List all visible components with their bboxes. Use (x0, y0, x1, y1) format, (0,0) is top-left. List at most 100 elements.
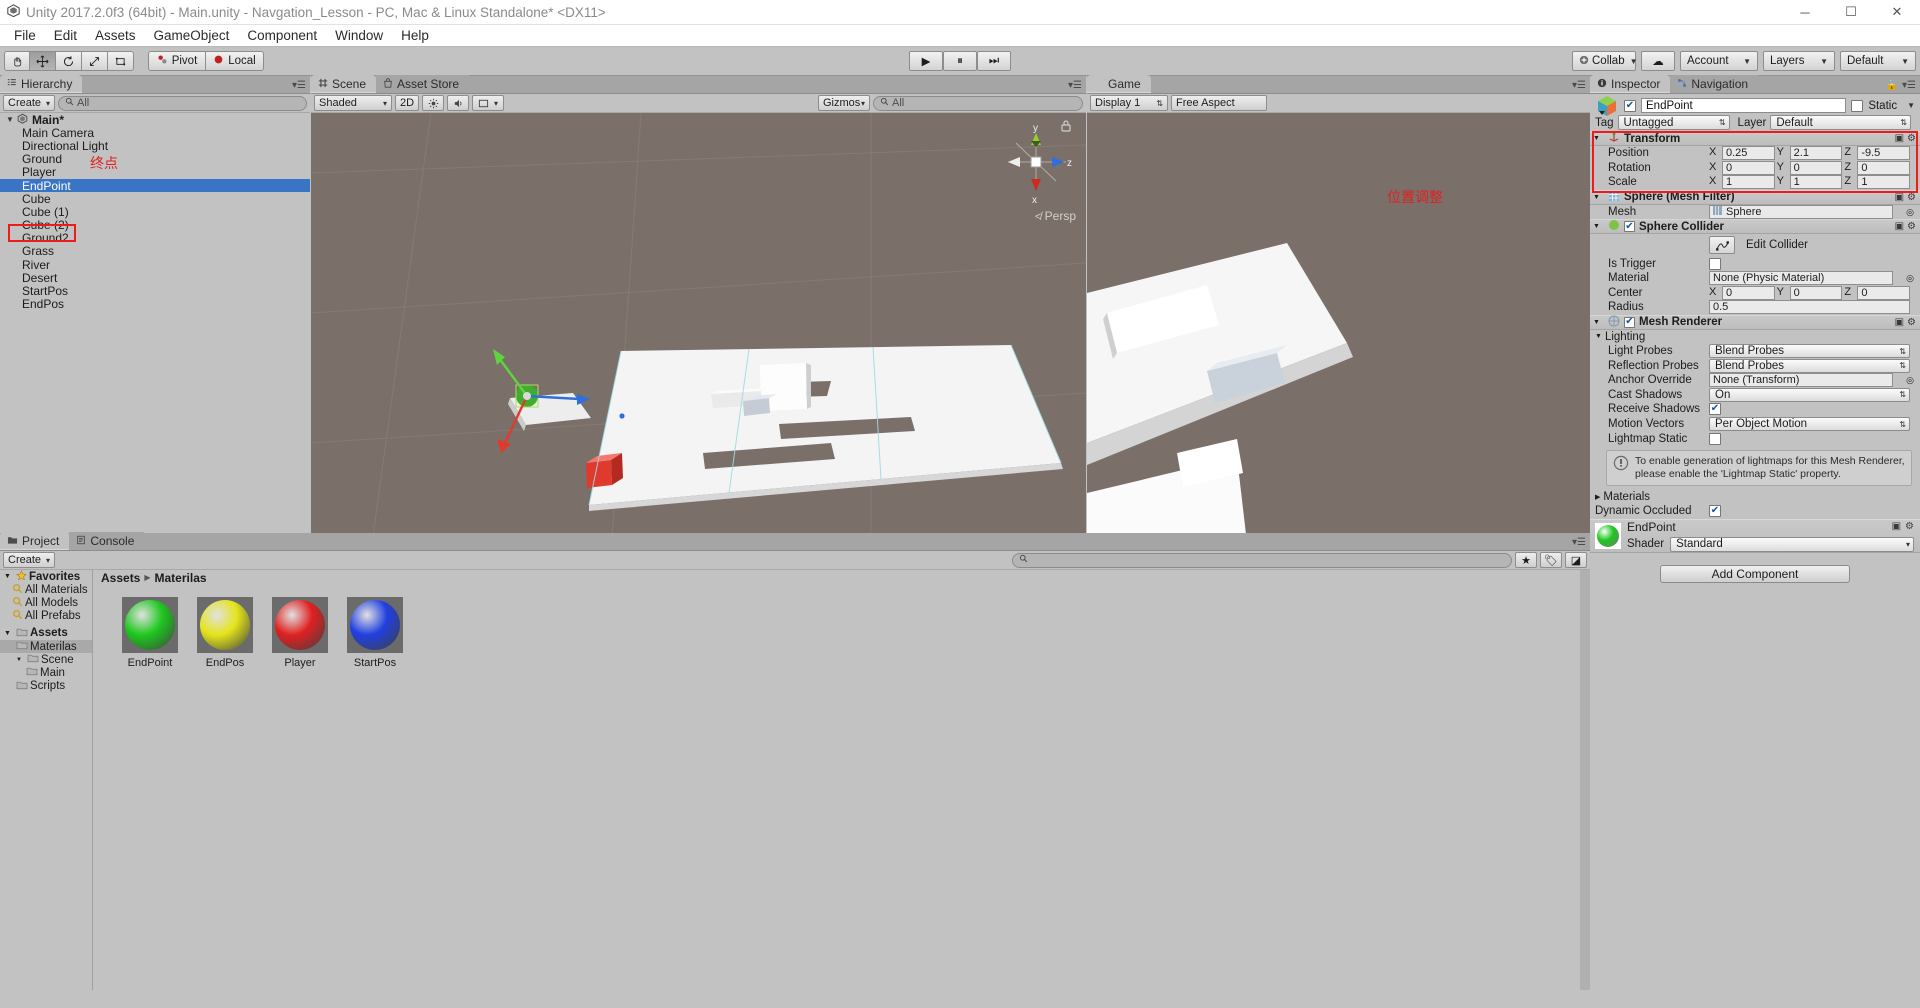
cloud-button[interactable]: ☁ (1641, 51, 1675, 71)
menu-edit[interactable]: Edit (45, 26, 86, 45)
mesh-renderer-dropdown[interactable]: On ⇅ (1709, 387, 1910, 402)
help-icon[interactable]: ▣ (1895, 192, 1904, 203)
project-favorite-item[interactable]: All Prefabs (0, 610, 92, 623)
scene-draw-mode-dropdown[interactable]: Shaded ▾ (314, 95, 392, 111)
hierarchy-item[interactable]: StartPos (0, 284, 310, 298)
chevron-down-icon[interactable]: ▼ (16, 657, 25, 663)
menu-gameobject[interactable]: GameObject (145, 26, 239, 45)
tab-navigation[interactable]: Navigation (1670, 75, 1759, 93)
project-favorite-item[interactable]: All Models (0, 596, 92, 609)
sphere-collider-enabled-checkbox[interactable]: ✔ (1624, 221, 1635, 233)
help-icon[interactable]: ▣ (1892, 521, 1901, 532)
sphere-collider-header[interactable]: ▼ ✔ Sphere Collider ▣ ⚙ (1590, 219, 1920, 235)
game-tab-tools[interactable]: ▾☰ (1572, 80, 1586, 91)
object-name-input[interactable]: EndPoint (1641, 98, 1847, 113)
mesh-renderer-header[interactable]: ▼ ✔ Mesh Renderer ▣ ⚙ (1590, 314, 1920, 330)
layers-button[interactable]: Layers ▼ (1763, 51, 1835, 71)
step-button[interactable]: ⏭ (977, 51, 1011, 71)
project-filter-tag-icon[interactable]: 🏷 (1540, 552, 1562, 568)
game-viewport[interactable]: 位置调整 (1087, 113, 1590, 556)
mesh-renderer-dropdown[interactable]: Blend Probes ⇅ (1709, 344, 1910, 359)
hierarchy-item[interactable]: EndPos (0, 297, 310, 311)
speaker-icon[interactable] (447, 95, 469, 111)
breadcrumb-materials[interactable]: Materilas (155, 571, 207, 585)
rect-tool-icon[interactable] (108, 51, 134, 71)
chevron-down-icon[interactable]: ▼ (1593, 223, 1604, 230)
hierarchy-item[interactable]: Desert (0, 271, 310, 285)
project-tab-tools[interactable]: ▾☰ (1572, 537, 1586, 548)
asset-item[interactable]: Player (269, 597, 331, 669)
tab-hierarchy[interactable]: Hierarchy (0, 75, 83, 93)
mesh-renderer-row-checkbox[interactable]: ✔ (1709, 403, 1721, 416)
tab-console[interactable]: Console (69, 532, 145, 550)
transform-x-field[interactable]: 0.25 (1722, 146, 1775, 161)
object-picker-icon[interactable]: ◎ (1906, 273, 1914, 284)
layout-button[interactable]: Default ▼ (1840, 51, 1916, 71)
layer-dropdown[interactable]: Default ⇅ (1770, 115, 1911, 130)
chevron-down-icon[interactable]: ▼ (1593, 194, 1604, 201)
chevron-down-icon[interactable]: ▼ (4, 573, 14, 580)
move-tool-icon[interactable] (30, 51, 56, 71)
scene-search-input[interactable]: All (873, 95, 1083, 111)
hand-tool-icon[interactable] (4, 51, 30, 71)
mesh-renderer-dropdown[interactable]: Blend Probes ⇅ (1709, 358, 1910, 373)
hierarchy-tab-tools[interactable]: ▾☰ (292, 80, 306, 91)
transform-header[interactable]: ▼ Transform ▣ ⚙ (1590, 131, 1920, 146)
effects-icon[interactable]: ▾ (472, 95, 504, 111)
transform-z-field[interactable]: -9.5 (1857, 146, 1911, 161)
menu-help[interactable]: Help (392, 26, 438, 45)
game-display-dropdown[interactable]: Display 1 ⇅ (1090, 95, 1168, 111)
collab-button[interactable]: Collab ▼ (1572, 51, 1638, 71)
transform-z-field[interactable]: 1 (1857, 175, 1911, 190)
object-picker-icon[interactable]: ◎ (1906, 375, 1914, 386)
project-scrollbar[interactable] (1580, 570, 1590, 1008)
project-filter-type-icon[interactable]: ◪ (1565, 552, 1587, 568)
inspector-tab-tools[interactable]: 🔒 ▾☰ (1886, 80, 1916, 91)
hierarchy-item[interactable]: Grass (0, 244, 310, 258)
asset-grid[interactable]: EndPoint EndPos Player StartPos (93, 585, 1590, 669)
mesh-renderer-row-checkbox[interactable] (1709, 432, 1721, 445)
local-global-toggle[interactable]: Local (206, 51, 264, 71)
chevron-down-icon[interactable]: ▼ (1593, 135, 1604, 142)
gear-icon[interactable]: ⚙ (1905, 521, 1914, 532)
add-component-button[interactable]: Add Component (1660, 564, 1850, 583)
tab-inspector[interactable]: Inspector (1590, 75, 1671, 93)
gear-icon[interactable]: ⚙ (1907, 133, 1916, 144)
collider-center-y[interactable]: 0 (1789, 285, 1843, 300)
help-icon[interactable]: ▣ (1895, 133, 1904, 144)
gear-icon[interactable]: ⚙ (1907, 317, 1916, 328)
transform-y-field[interactable]: 0 (1789, 160, 1843, 175)
menu-file[interactable]: File (5, 26, 45, 45)
chevron-down-icon[interactable]: ▼ (6, 115, 17, 124)
is-trigger-checkbox[interactable] (1709, 257, 1721, 270)
menu-component[interactable]: Component (238, 26, 326, 45)
hierarchy-item[interactable]: River (0, 258, 310, 272)
help-icon[interactable]: ▣ (1895, 317, 1904, 328)
hierarchy-item[interactable]: Main Camera (0, 126, 310, 140)
physic-material-field[interactable]: None (Physic Material) (1709, 271, 1894, 286)
tag-dropdown[interactable]: Untagged ⇅ (1617, 115, 1730, 130)
mesh-object-field[interactable]: Sphere (1709, 205, 1894, 220)
lighting-foldout[interactable]: ▼ Lighting (1590, 330, 1920, 344)
tab-scene[interactable]: Scene (311, 75, 377, 93)
hierarchy-list[interactable]: ▼ Main* Main Camera Directional Light Grou… (0, 113, 310, 556)
project-assets-root[interactable]: ▼ Assets (0, 627, 92, 640)
collider-center-z[interactable]: 0 (1857, 285, 1911, 300)
project-tree-item[interactable]: Materilas (0, 639, 92, 654)
hierarchy-item[interactable]: Cube (2) (0, 218, 310, 232)
project-tree-item[interactable]: Main (0, 666, 92, 679)
collider-radius-field[interactable]: 0.5 (1709, 300, 1910, 315)
edit-collider-icon[interactable] (1709, 236, 1735, 255)
scene-persp-label[interactable]: ≮ Persp (1035, 209, 1076, 223)
asset-item[interactable]: EndPoint (119, 597, 181, 669)
breadcrumb-assets[interactable]: Assets (101, 571, 140, 585)
chevron-right-icon[interactable]: ▼ (1595, 333, 1602, 340)
account-button[interactable]: Account ▼ (1680, 51, 1758, 71)
mesh-renderer-dropdown[interactable]: Per Object Motion ⇅ (1709, 417, 1910, 432)
dynamic-occluded-checkbox[interactable]: ✔ (1709, 505, 1721, 518)
hierarchy-scene-root[interactable]: ▼ Main* (0, 113, 310, 127)
transform-x-field[interactable]: 0 (1722, 160, 1775, 175)
static-checkbox[interactable] (1851, 99, 1864, 112)
asset-item[interactable]: StartPos (344, 597, 406, 669)
hierarchy-item[interactable]: Player (0, 165, 310, 179)
